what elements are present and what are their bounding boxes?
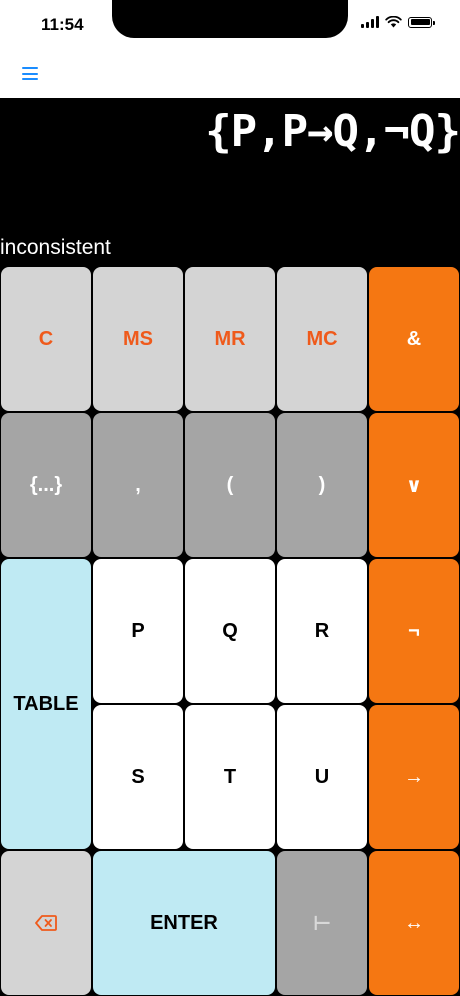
iff-button[interactable]: ↔ bbox=[369, 851, 459, 995]
memory-recall-button[interactable]: MR bbox=[185, 267, 275, 411]
status-icons bbox=[361, 16, 435, 28]
signal-icon bbox=[361, 16, 379, 28]
t-button[interactable]: T bbox=[185, 705, 275, 849]
or-button[interactable]: ∨ bbox=[369, 413, 459, 557]
memory-store-button[interactable]: MS bbox=[93, 267, 183, 411]
navigation-bar bbox=[0, 50, 460, 98]
status-time: 11:54 bbox=[41, 15, 84, 34]
enter-button[interactable]: ENTER bbox=[93, 851, 275, 995]
close-paren-button[interactable]: ) bbox=[277, 413, 367, 557]
clear-button[interactable]: C bbox=[1, 267, 91, 411]
implies-button[interactable]: → bbox=[369, 705, 459, 849]
hamburger-icon[interactable] bbox=[22, 67, 38, 80]
comma-button[interactable]: , bbox=[93, 413, 183, 557]
set-button[interactable]: {...} bbox=[1, 413, 91, 557]
status-bar: 11:54 bbox=[0, 0, 460, 50]
calculator-display: {P,P→Q,¬Q} inconsistent bbox=[0, 98, 460, 266]
r-button[interactable]: R bbox=[277, 559, 367, 703]
open-paren-button[interactable]: ( bbox=[185, 413, 275, 557]
q-button[interactable]: Q bbox=[185, 559, 275, 703]
turnstile-button[interactable]: ⊢ bbox=[277, 851, 367, 995]
s-button[interactable]: S bbox=[93, 705, 183, 849]
wifi-icon bbox=[385, 16, 402, 28]
u-button[interactable]: U bbox=[277, 705, 367, 849]
keypad: C MS MR MC & {...} , ( ) ∨ TABLE P Q R ¬… bbox=[0, 266, 460, 996]
result-label: inconsistent bbox=[0, 236, 111, 259]
not-button[interactable]: ¬ bbox=[369, 559, 459, 703]
p-button[interactable]: P bbox=[93, 559, 183, 703]
device-notch bbox=[112, 0, 348, 38]
table-button[interactable]: TABLE bbox=[1, 559, 91, 849]
battery-icon bbox=[408, 16, 435, 28]
and-button[interactable]: & bbox=[369, 267, 459, 411]
backspace-icon bbox=[35, 915, 57, 931]
memory-clear-button[interactable]: MC bbox=[277, 267, 367, 411]
expression-display: {P,P→Q,¬Q} bbox=[205, 106, 460, 157]
backspace-button[interactable] bbox=[1, 851, 91, 995]
